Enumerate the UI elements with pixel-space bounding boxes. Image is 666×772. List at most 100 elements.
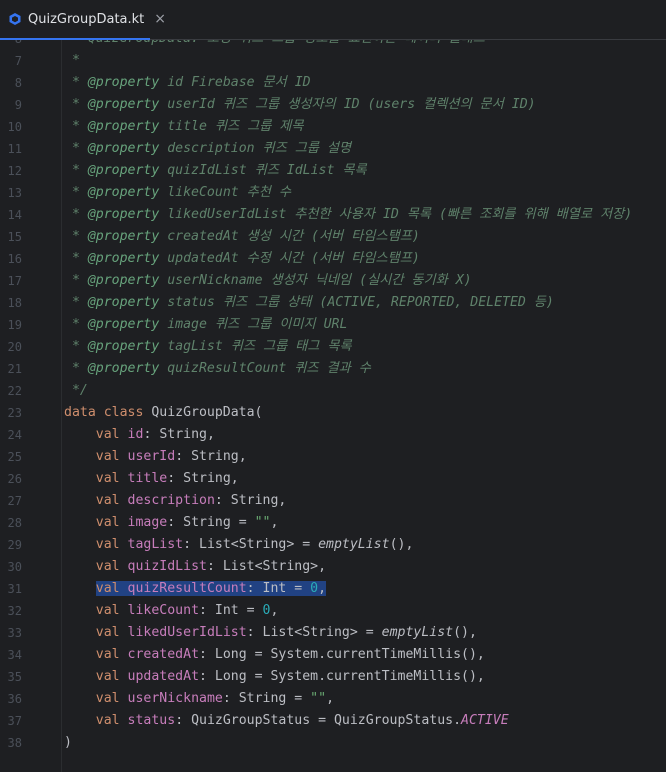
code-text: val title: String, — [64, 468, 239, 490]
comment-prefix: * — [64, 295, 88, 310]
keyword: val — [95, 471, 120, 486]
declaration: val image: String = "", — [96, 515, 279, 530]
line-number: 28 — [7, 516, 22, 530]
line-number: 32 — [7, 604, 22, 618]
comment-prefix: * — [64, 97, 88, 112]
line-number: 21 — [7, 362, 22, 376]
kdoc-description: 퀴즈 그룹 태그 목록 — [222, 339, 352, 354]
code-line[interactable]: 12 * @property quizIdList 퀴즈 IdList 목록 — [0, 160, 666, 182]
tab-quizgroupdata[interactable]: QuizGroupData.kt × — [0, 0, 166, 40]
string-literal: "" — [254, 515, 271, 530]
code-line[interactable]: 11 * @property description 퀴즈 그룹 설명 — [0, 138, 666, 160]
code-text: * @property updatedAt 수정 시간 (서버 타임스탬프) — [64, 248, 420, 270]
code-line[interactable]: 31 val quizResultCount: Int = 0, — [0, 578, 666, 600]
code-text: * @property likeCount 추천 수 — [64, 182, 291, 204]
code-line[interactable]: 13 * @property likeCount 추천 수 — [0, 182, 666, 204]
comment-prefix: * — [64, 229, 88, 244]
keyword: val — [95, 647, 120, 662]
code-text: ) — [64, 732, 72, 754]
line-number: 11 — [7, 142, 22, 156]
keyword: val — [95, 691, 120, 706]
code-line[interactable]: 36 val userNickname: String = "", — [0, 688, 666, 710]
code-text: val image: String = "", — [64, 512, 279, 534]
code-line[interactable]: 34 val createdAt: Long = System.currentT… — [0, 644, 666, 666]
kdoc-description: Firebase 문서 ID — [183, 75, 311, 90]
code-text: val userNickname: String = "", — [64, 688, 334, 710]
code-line[interactable]: 8 * QuizGroupData: 초성 퀴즈 그룹 정보를 표현하는 데이터… — [0, 40, 666, 50]
code-line[interactable]: 22 */ — [0, 380, 666, 402]
close-icon[interactable]: × — [154, 11, 166, 27]
code-line[interactable]: 15 * @property createdAt 생성 시간 (서버 타임스탬프… — [0, 226, 666, 248]
kdoc-param-name: description — [159, 141, 255, 156]
code-line[interactable]: 27 val description: String, — [0, 490, 666, 512]
keyword: val — [95, 515, 120, 530]
code-line[interactable]: 21 * @property quizResultCount 퀴즈 결과 수 — [0, 358, 666, 380]
kdoc-tag: @property — [87, 97, 160, 112]
code-line[interactable]: 7 * — [0, 50, 666, 72]
code-line[interactable]: 24 val id: String, — [0, 424, 666, 446]
code-line[interactable]: 29 val tagList: List<String> = emptyList… — [0, 534, 666, 556]
code-line[interactable]: 18 * @property status 퀴즈 그룹 상태 (ACTIVE, … — [0, 292, 666, 314]
declaration: val status: QuizGroupStatus = QuizGroupS… — [96, 713, 509, 728]
line-number: 33 — [7, 626, 22, 640]
code-text: * QuizGroupData: 초성 퀴즈 그룹 정보를 표현하는 데이터 클… — [64, 40, 485, 50]
comment-prefix: * — [64, 75, 88, 90]
code-line[interactable]: 25 val userId: String, — [0, 446, 666, 468]
code-text: val createdAt: Long = System.currentTime… — [64, 644, 485, 666]
declaration: val likeCount: Int = 0, — [96, 603, 279, 618]
enum-constant: ACTIVE — [461, 713, 509, 728]
declaration: val createdAt: Long = System.currentTime… — [96, 647, 485, 662]
code-line[interactable]: 19 * @property image 퀴즈 그룹 이미지 URL — [0, 314, 666, 336]
code-line[interactable]: 14 * @property likedUserIdList 추천한 사용자 I… — [0, 204, 666, 226]
line-number: 35 — [7, 670, 22, 684]
kdoc-param-name: userId — [159, 97, 215, 112]
code-line[interactable]: 8 * @property id Firebase 문서 ID — [0, 72, 666, 94]
kdoc-param-name: likedUserIdList — [159, 207, 287, 222]
keyword: data class — [64, 405, 144, 420]
code-token: : Long = System.currentTimeMillis(), — [199, 647, 485, 662]
property-name: description — [127, 493, 215, 508]
property-name: updatedAt — [127, 669, 200, 684]
declaration: val quizIdList: List<String>, — [96, 559, 326, 574]
code-line[interactable]: 28 val image: String = "", — [0, 512, 666, 534]
code-line[interactable]: 37 val status: QuizGroupStatus = QuizGro… — [0, 710, 666, 732]
kdoc-param-name: quizIdList — [159, 163, 247, 178]
property-name: createdAt — [127, 647, 200, 662]
number-literal: 0 — [310, 581, 319, 596]
kdoc-description: 퀴즈 IdList 목록 — [246, 163, 367, 178]
kdoc-description: 퀴즈 그룹 상태 (ACTIVE, REPORTED, DELETED 등) — [214, 295, 554, 310]
declaration: val userNickname: String = "", — [96, 691, 334, 706]
code-text: val status: QuizGroupStatus = QuizGroupS… — [64, 710, 509, 732]
code-text: val description: String, — [64, 490, 287, 512]
code-text: */ — [64, 380, 88, 402]
code-line[interactable]: 9 * @property userId 퀴즈 그룹 생성자의 ID (user… — [0, 94, 666, 116]
code-token: (), — [453, 625, 477, 640]
line-number: 31 — [7, 582, 22, 596]
code-line[interactable]: 30 val quizIdList: List<String>, — [0, 556, 666, 578]
keyword: val — [95, 537, 120, 552]
code-editor[interactable]: 8 * QuizGroupData: 초성 퀴즈 그룹 정보를 표현하는 데이터… — [0, 40, 666, 772]
property-name: userId — [127, 449, 176, 464]
line-number: 15 — [7, 230, 22, 244]
code-line[interactable]: 20 * @property tagList 퀴즈 그룹 태그 목록 — [0, 336, 666, 358]
code-line[interactable]: 16 * @property updatedAt 수정 시간 (서버 타임스탬프… — [0, 248, 666, 270]
code-line[interactable]: 17 * @property userNickname 생성자 닉네임 (실시간… — [0, 270, 666, 292]
editor-tab-bar: QuizGroupData.kt × — [0, 0, 666, 40]
property-name: title — [127, 471, 168, 486]
code-line[interactable]: 35 val updatedAt: Long = System.currentT… — [0, 666, 666, 688]
kdoc-tag: @property — [87, 119, 160, 134]
code-line[interactable]: 23 data class QuizGroupData( — [0, 402, 666, 424]
code-line[interactable]: 10 * @property title 퀴즈 그룹 제목 — [0, 116, 666, 138]
code-token: (), — [389, 537, 414, 552]
code-line[interactable]: 38) — [0, 732, 666, 754]
code-line[interactable]: 33 val likedUserIdList: List<String> = e… — [0, 622, 666, 644]
code-token: : Long = System.currentTimeMillis(), — [199, 669, 485, 684]
declaration: val likedUserIdList: List<String> = empt… — [96, 625, 477, 640]
code-text: * @property userNickname 생성자 닉네임 (실시간 동기… — [64, 270, 472, 292]
code-text: * @property userId 퀴즈 그룹 생성자의 ID (users … — [64, 94, 536, 116]
comment-prefix: * — [64, 273, 88, 288]
code-token: : String, — [143, 427, 215, 442]
code-line[interactable]: 32 val likeCount: Int = 0, — [0, 600, 666, 622]
code-token: , — [326, 691, 335, 706]
code-line[interactable]: 26 val title: String, — [0, 468, 666, 490]
